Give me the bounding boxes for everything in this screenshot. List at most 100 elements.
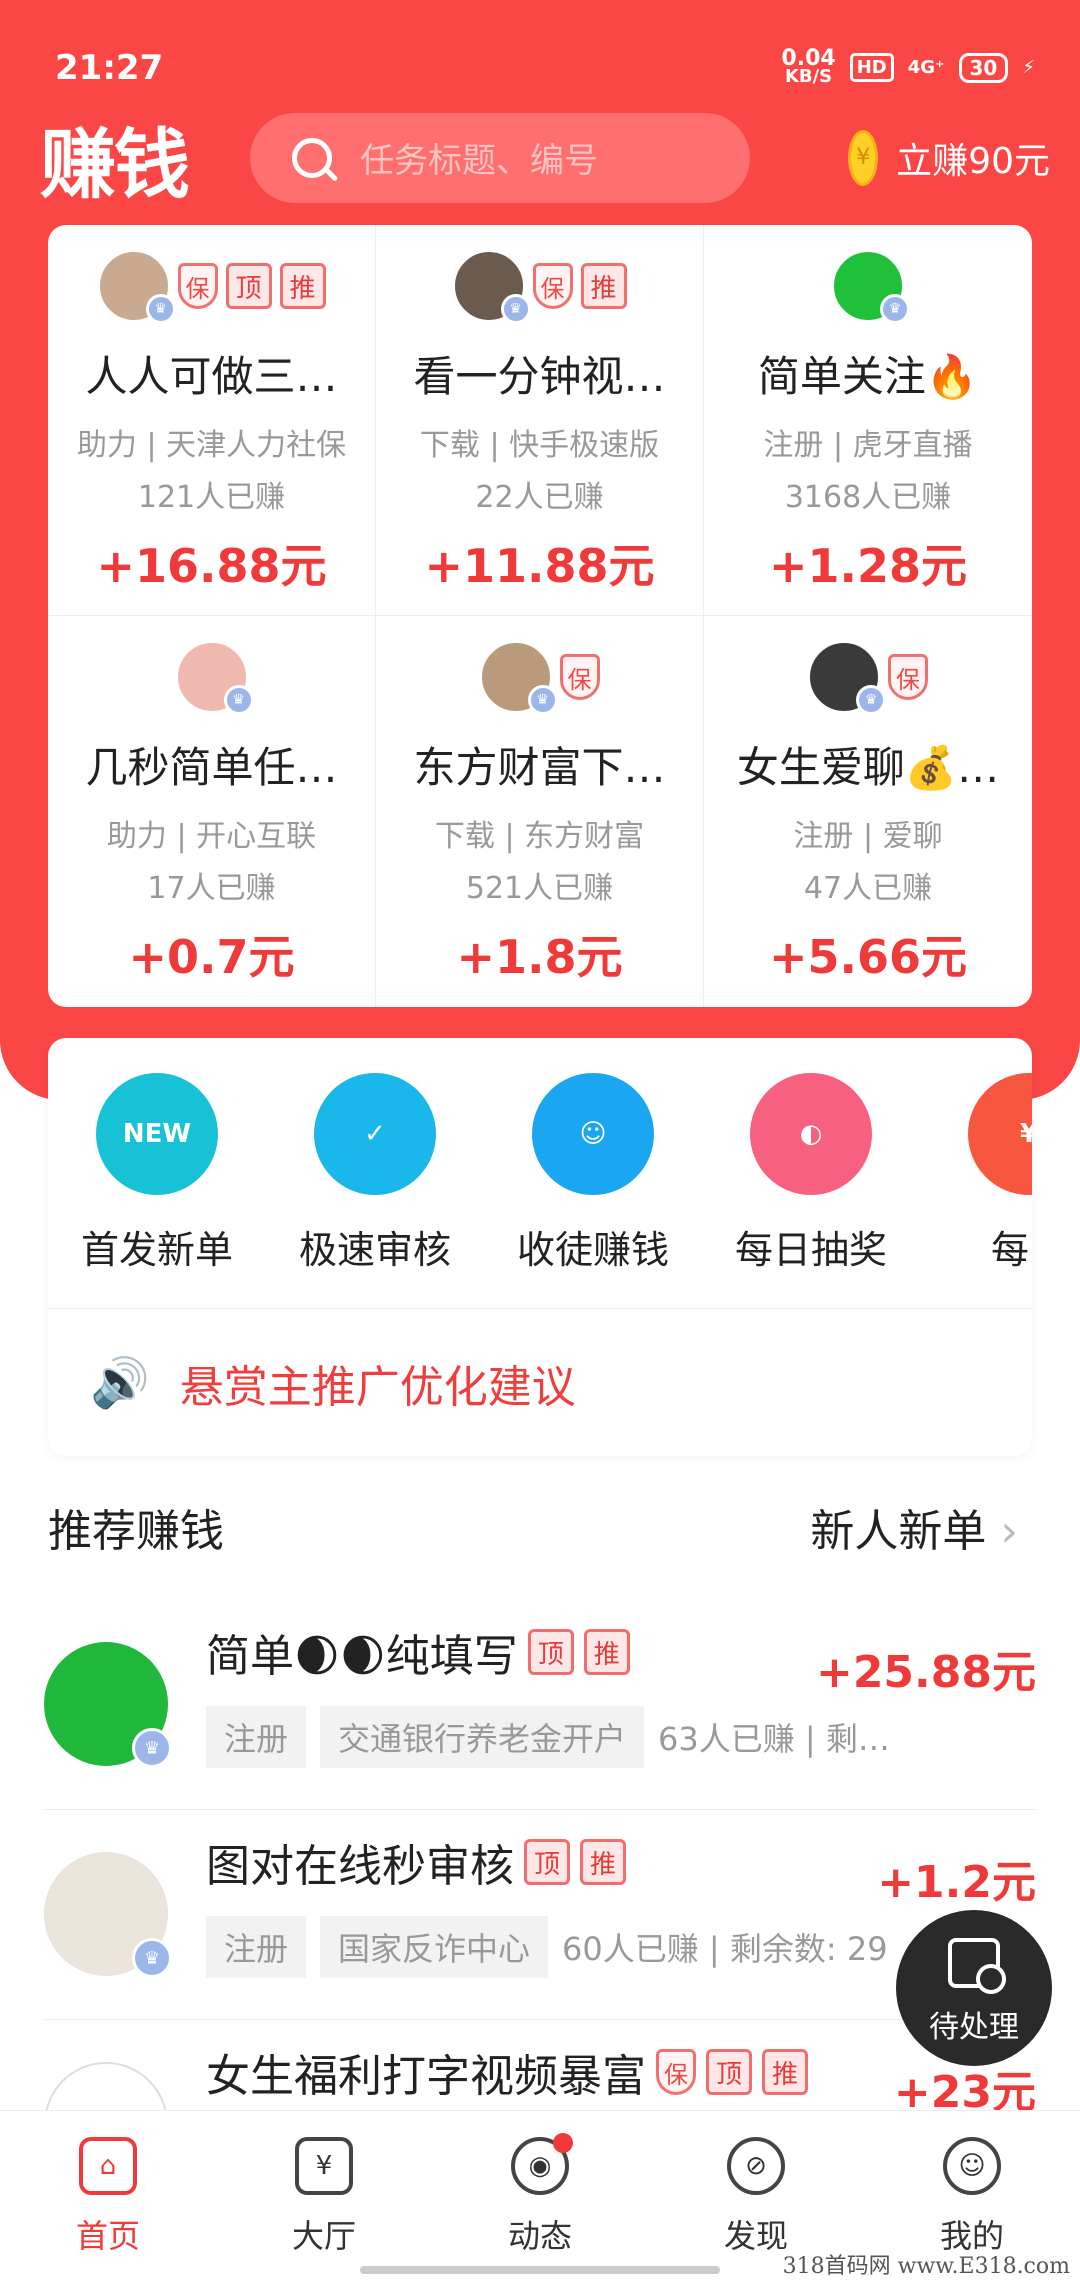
task-badges: ♛ 保顶推 — [48, 247, 375, 325]
item-title: 简单🌒🌒纯填写 — [206, 1631, 518, 1682]
task-price: +1.28元 — [768, 539, 968, 593]
charging-icon: ⚡ — [1022, 57, 1035, 78]
crown-icon: ♛ — [500, 294, 531, 324]
crown-icon: ♛ — [527, 685, 558, 715]
feature-label: 收徒赚钱 — [516, 1228, 669, 1272]
item-stats: 63人已赚 | 剩… — [658, 1720, 890, 1758]
avatar: ♛ — [479, 641, 558, 715]
guarantee-badge: 保 — [532, 263, 573, 309]
nav-label: 动态 — [507, 2217, 572, 2255]
earn-entry[interactable]: ¥ 立赚90元 — [848, 129, 1050, 186]
tag-badge: 推 — [580, 1839, 626, 1885]
crown-icon: ♛ — [856, 685, 886, 715]
crown-icon: ♛ — [880, 294, 910, 324]
avatar: ♛ — [175, 641, 254, 715]
recommend-title: 推荐赚钱 — [48, 1506, 224, 1557]
list-item[interactable]: ♛ 图对在线秒审核顶推注册 国家反诈中心 60人已赚 | 剩余数: 29 +1.2元 — [44, 1810, 1036, 2020]
nav-label: 大厅 — [291, 2217, 356, 2255]
feature-icon: NEW — [96, 1073, 218, 1195]
search-placeholder: 任务标题、编号 — [360, 141, 598, 181]
status-icons: 0.04 KB/S HD 4G⁺ 30 ⚡ — [781, 45, 1035, 87]
task-count: 47人已赚 — [803, 871, 933, 906]
nav-item[interactable]: ⌂ 首页 — [0, 2111, 216, 2280]
crown-icon: ♛ — [145, 294, 176, 324]
nav-item[interactable]: ◉ 动态 — [432, 2111, 648, 2280]
app-logo: 赚钱 — [40, 119, 190, 209]
notice-text: 悬赏主推广优化建议 — [179, 1361, 576, 1413]
feature-icon: ☺ — [532, 1073, 654, 1195]
task-price: +1.8元 — [456, 930, 623, 984]
app-header: 赚钱 任务标题、编号 ¥ 立赚90元 — [40, 110, 1050, 209]
task-subtitle: 注册 | 虎牙直播 — [763, 428, 973, 463]
pending-button[interactable]: 待处理 — [896, 1910, 1052, 2066]
avatar: ♛ — [808, 641, 886, 715]
avatar: ♛ — [832, 250, 910, 324]
feature-item[interactable]: ¥ 每日 — [920, 1073, 1032, 1308]
tag-badge: 顶 — [225, 263, 272, 309]
task-count: 3168人已赚 — [784, 480, 952, 515]
hd-icon: HD — [849, 53, 894, 82]
tag-badge: 顶 — [527, 1629, 574, 1675]
task-subtitle: 助力 | 开心互联 — [106, 819, 317, 854]
speaker-icon: 🔊 — [90, 1355, 150, 1411]
task-card[interactable]: ♛ 保推看一分钟视… 下载 | 快手极速版 22人已赚 +11.88元 — [376, 225, 704, 616]
task-badges: ♛ 保 — [376, 638, 703, 716]
tag-badge: 推 — [580, 263, 627, 309]
task-title: 几秒简单任… — [85, 743, 338, 792]
task-card[interactable]: ♛ 几秒简单任… 助力 | 开心互联 17人已赚 +0.7元 — [48, 616, 376, 1007]
list-item[interactable]: ♛ 简单🌒🌒纯填写顶推注册 交通银行养老金开户 63人已赚 | 剩… +25.88元 — [44, 1600, 1036, 1810]
tag-badge: 推 — [583, 1629, 630, 1675]
feature-item[interactable]: NEW 首发新单 — [48, 1073, 266, 1308]
task-title: 简单关注🔥 — [757, 352, 979, 401]
avatar: ♛ — [44, 1852, 172, 1978]
item-price: +1.2元 — [877, 1857, 1036, 1908]
task-card[interactable]: ♛ 保东方财富下… 下载 | 东方财富 521人已赚 +1.8元 — [376, 616, 704, 1007]
guarantee-badge: 保 — [559, 654, 600, 700]
task-badges: ♛ — [48, 638, 375, 716]
item-title: 图对在线秒审核 — [206, 1841, 514, 1892]
feature-item[interactable]: ☺ 收徒赚钱 — [484, 1073, 702, 1308]
feature-item[interactable]: ✓ 极速审核 — [266, 1073, 484, 1308]
type-chip: 注册 — [206, 1916, 307, 1978]
feature-icon: ◐ — [750, 1073, 872, 1195]
nav-icon: ◉ — [511, 2133, 573, 2195]
signal-icon: 4G⁺ — [907, 57, 945, 78]
task-title: 人人可做三… — [85, 352, 338, 401]
notice-bar[interactable]: 🔊 悬赏主推广优化建议 — [48, 1308, 1032, 1456]
task-badges: ♛ 保 — [704, 638, 1032, 716]
item-price: +25.88元 — [815, 1647, 1036, 1698]
nav-item[interactable]: ¥ 大厅 — [216, 2111, 432, 2280]
task-count: 121人已赚 — [137, 480, 286, 515]
crown-icon: ♛ — [223, 685, 254, 715]
task-card[interactable]: ♛ 简单关注🔥 注册 | 虎牙直播 3168人已赚 +1.28元 — [704, 225, 1032, 616]
status-time: 21:27 — [55, 47, 164, 88]
item-title: 女生福利打字视频暴富 — [206, 2051, 646, 2102]
crown-icon: ♛ — [132, 1728, 172, 1768]
status-bar: 21:27 0.04 KB/S HD 4G⁺ 30 ⚡ — [55, 45, 1035, 90]
network-speed: 0.04 KB/S — [781, 45, 836, 87]
task-card[interactable]: ♛ 保女生爱聊💰… 注册 | 爱聊 47人已赚 +5.66元 — [704, 616, 1032, 1007]
task-subtitle: 注册 | 爱聊 — [793, 819, 943, 854]
feature-item[interactable]: ◐ 每日抽奖 — [702, 1073, 920, 1308]
task-title: 东方财富下… — [413, 743, 666, 792]
feature-row: NEW 首发新单 ✓ 极速审核 ☺ 收徒赚钱 ◐ 每日抽奖 ¥ 每日 — [48, 1038, 1032, 1308]
avatar: ♛ — [452, 250, 531, 324]
type-chip: 注册 — [206, 1706, 307, 1768]
watermark: 318首码网 www.E318.com — [782, 2254, 1070, 2279]
task-title: 女生爱聊💰… — [736, 743, 1000, 792]
coin-icon: ¥ — [848, 129, 879, 186]
new-user-link[interactable]: 新人新单 › — [810, 1495, 1018, 1559]
task-price: +16.88元 — [96, 539, 327, 593]
tag-badge: 顶 — [706, 2049, 752, 2095]
notification-dot — [553, 2133, 573, 2153]
nav-label: 首页 — [75, 2217, 140, 2255]
pending-label: 待处理 — [929, 2010, 1019, 2045]
guarantee-badge: 保 — [888, 654, 928, 700]
task-card[interactable]: ♛ 保顶推人人可做三… 助力 | 天津人力社保 121人已赚 +16.88元 — [48, 225, 376, 616]
feature-label: 每日 — [990, 1228, 1032, 1272]
task-badges: ♛ — [704, 247, 1032, 325]
battery-icon: 30 — [958, 52, 1009, 83]
item-meta: 注册 交通银行养老金开户 63人已赚 | 剩… — [206, 1706, 1036, 1768]
search-input[interactable]: 任务标题、编号 — [250, 112, 750, 203]
featured-task-grid: ♛ 保顶推人人可做三… 助力 | 天津人力社保 121人已赚 +16.88元 ♛ 保推看一分… — [48, 225, 1032, 1007]
